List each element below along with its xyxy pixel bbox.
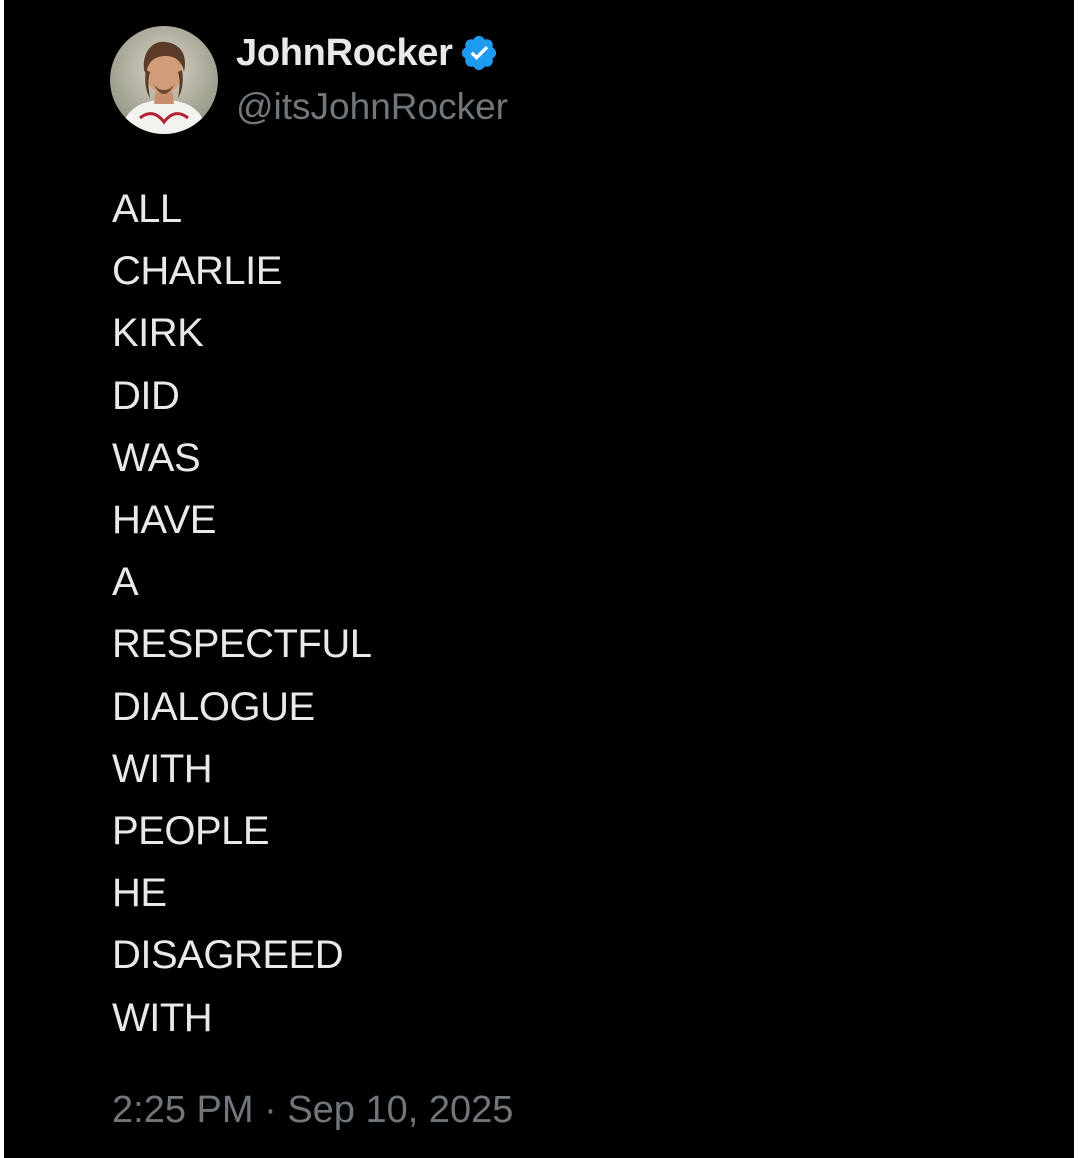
tweet-text-line: WITH [112,746,213,791]
tweet-text-line: ALL [112,187,182,231]
tweet-date[interactable]: Sep 10, 2025 [287,1086,513,1134]
tweet-text-line: DID [112,373,180,418]
tweet-text-line: WITH [112,995,213,1040]
avatar[interactable] [110,26,218,134]
tweet-text-line: WAS [112,435,201,480]
tweet-card: JohnRocker @itsJohnRocker ALL CHARLIE KI… [4,0,1074,1158]
tweet-text-line: CHARLIE [112,249,282,294]
tweet-text: ALL CHARLIE KIRK DID WAS HAVE A RESPECTF… [112,178,372,1049]
tweet-text-line: PEOPLE [112,809,270,854]
profile-photo-icon [110,26,218,134]
tweet-text-line: KIRK [112,311,204,356]
timestamp-separator: · [253,1089,288,1131]
tweet-text-line: HE [112,871,167,916]
tweet-timestamp[interactable]: 2:25 PM · Sep 10, 2025 [112,1086,513,1134]
author-handle[interactable]: @itsJohnRocker [236,84,508,130]
tweet-text-line: HAVE [112,498,216,543]
tweet-text-line: RESPECTFUL [112,622,372,667]
tweet-text-line: DIALOGUE [112,684,315,729]
author-name-row[interactable]: JohnRocker [236,30,499,76]
tweet-text-line: DISAGREED [112,933,344,978]
verified-badge-icon [459,33,499,73]
author-display-name[interactable]: JohnRocker [236,30,453,76]
tweet-text-line: A [112,560,139,605]
tweet-time[interactable]: 2:25 PM [112,1086,254,1134]
